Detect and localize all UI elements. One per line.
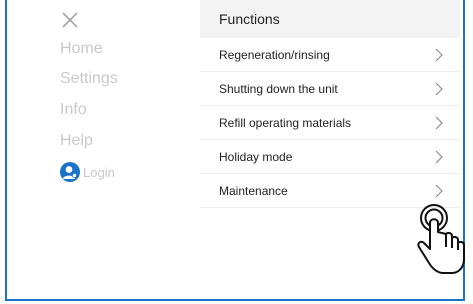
menu-item-home[interactable]: Home [60,40,103,58]
chevron-right-icon [435,150,443,164]
login-label: Login [83,164,115,180]
chevron-right-icon [435,184,443,198]
row-label: Holiday mode [219,150,293,164]
row-label: Shutting down the unit [219,82,338,96]
page-title: Functions [219,11,280,27]
tap-hand-icon [417,204,465,274]
row-label: Maintenance [219,184,288,198]
function-row-shutdown[interactable]: Shutting down the unit [200,72,460,106]
close-icon[interactable] [60,10,80,30]
chevron-right-icon [435,82,443,96]
function-row-regeneration[interactable]: Regeneration/rinsing [200,38,460,72]
menu-item-help[interactable]: Help [60,132,93,150]
chevron-right-icon [435,48,443,62]
user-icon [60,162,80,182]
function-row-refill[interactable]: Refill operating materials [200,106,460,140]
function-row-holiday[interactable]: Holiday mode [200,140,460,174]
chevron-right-icon [435,116,443,130]
menu-item-info[interactable]: Info [60,101,87,119]
login-button[interactable]: Login [60,161,115,183]
menu-item-settings[interactable]: Settings [60,70,118,88]
row-label: Regeneration/rinsing [219,48,330,62]
row-label: Refill operating materials [219,116,352,130]
